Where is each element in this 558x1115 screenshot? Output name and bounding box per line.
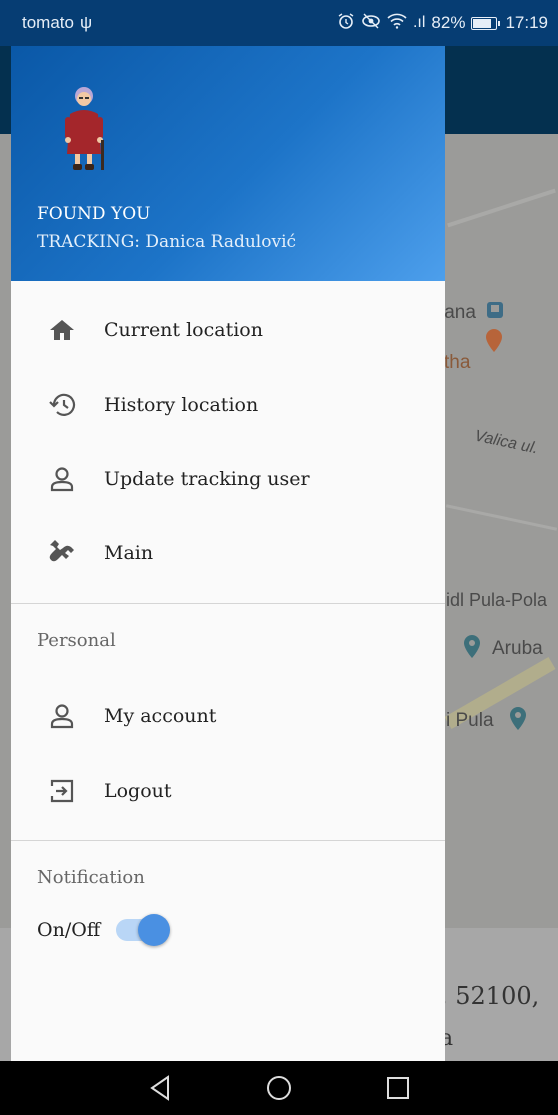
drawer-header: FOUND YOU TRACKING: Danica Radulović	[11, 46, 445, 281]
battery-fill	[473, 18, 492, 28]
recents-icon[interactable]	[378, 1068, 418, 1108]
menu-item-label: My account	[104, 705, 217, 727]
signal-icon: .ıl	[412, 14, 426, 31]
menu-item-label: Logout	[104, 780, 172, 802]
toggle-knob[interactable]	[138, 914, 171, 946]
menu-item-label: History location	[104, 394, 259, 416]
map-label: Valica ul.	[473, 427, 540, 458]
logout-icon	[47, 776, 77, 806]
menu-item-label: Current location	[104, 319, 263, 341]
eye-icon	[361, 12, 381, 35]
alarm-icon	[337, 12, 355, 35]
map-road	[447, 188, 556, 228]
section-title-notification: Notification	[37, 867, 145, 888]
home-circle-icon[interactable]	[259, 1068, 299, 1108]
notification-toggle[interactable]	[116, 914, 171, 946]
status-right: .ıl 82% 17:19	[337, 12, 548, 35]
battery-percent: 82%	[431, 13, 466, 32]
section-title-personal: Personal	[37, 630, 116, 651]
grandmother-avatar-icon	[65, 87, 104, 170]
carrier-name: tomato	[22, 13, 74, 32]
menu-item-update-tracking-user[interactable]: Update tracking user	[11, 444, 445, 514]
status-left: tomato ψ	[22, 13, 92, 33]
map-pin-icon[interactable]	[462, 634, 482, 666]
header-title: FOUND YOU	[37, 204, 151, 224]
clock: 17:19	[505, 13, 548, 32]
header-tracking-user: TRACKING: Danica Radulović	[37, 232, 297, 252]
navigation-drawer: FOUND YOU TRACKING: Danica Radulović Cur…	[11, 46, 445, 1061]
map-address-text: , 52100,	[440, 982, 540, 1010]
menu-divider	[11, 603, 445, 604]
usb-icon: ψ	[79, 13, 93, 32]
person-icon	[47, 464, 77, 494]
home-icon	[47, 315, 77, 345]
map-label: idl Pula-Pola	[446, 590, 548, 610]
status-bar: tomato ψ .ıl 82% 17:19	[0, 0, 558, 46]
menu-item-my-account[interactable]: My account	[11, 681, 445, 751]
menu-item-label: Update tracking user	[104, 468, 310, 490]
map-restaurant-pin-icon[interactable]	[484, 328, 504, 360]
system-nav-bar	[0, 1061, 558, 1115]
map-label: tha	[444, 352, 471, 373]
map-transit-icon	[486, 300, 504, 325]
notification-toggle-row: On/Off	[37, 914, 171, 946]
map-label: i Pula	[446, 710, 494, 731]
menu-item-logout[interactable]: Logout	[11, 756, 445, 826]
battery-icon	[471, 16, 501, 30]
menu-divider	[11, 840, 445, 841]
map-label: Aruba	[492, 638, 543, 659]
wifi-icon	[387, 13, 407, 34]
map-label: jana	[440, 302, 476, 323]
wrench-icon	[47, 538, 77, 568]
menu-item-label: Main	[104, 542, 154, 564]
toggle-label: On/Off	[37, 919, 101, 941]
menu-item-current-location[interactable]: Current location	[11, 295, 445, 365]
map-road	[445, 504, 558, 531]
map-pin-icon[interactable]	[508, 706, 528, 738]
menu-item-history-location[interactable]: History location	[11, 370, 445, 440]
menu-item-main[interactable]: Main	[11, 518, 445, 588]
back-icon[interactable]	[140, 1068, 180, 1108]
person-icon	[47, 701, 77, 731]
history-icon	[47, 390, 77, 420]
